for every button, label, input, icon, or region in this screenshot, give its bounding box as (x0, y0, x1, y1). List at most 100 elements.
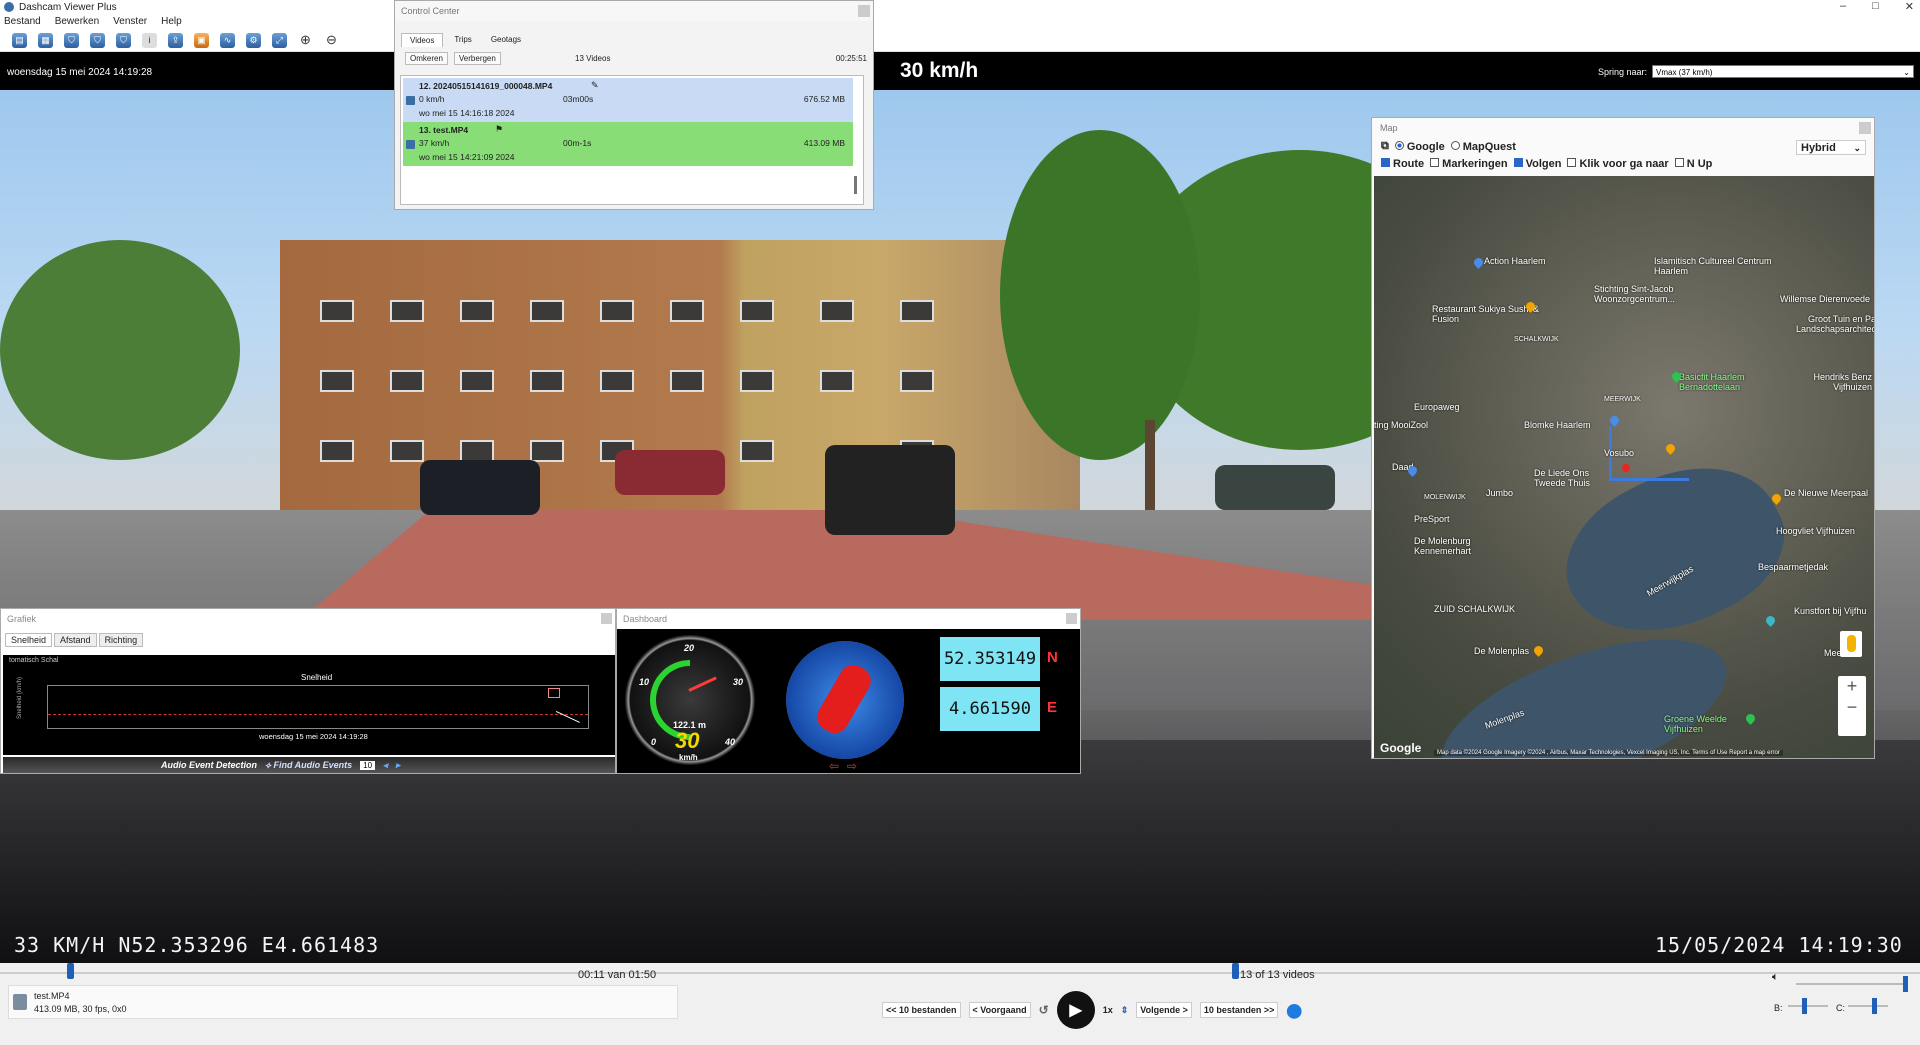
street-view-pegman-icon[interactable] (1840, 631, 1862, 657)
map-label: Vosubo (1604, 448, 1635, 458)
prev-10-files-button[interactable]: << 10 bestanden (882, 1002, 961, 1018)
replay-icon[interactable]: ↺ (1039, 1003, 1049, 1017)
checkbox (1430, 157, 1440, 167)
total-duration: 00:25:51 (835, 53, 867, 63)
video-size: 413.09 MB (803, 138, 845, 148)
satellite-map[interactable]: Action Haarlem Islamitisch Cultureel Cen… (1374, 176, 1874, 758)
map-label: Groene Weelde Vijfhuizen (1664, 714, 1727, 734)
next-button[interactable]: Volgende > (1136, 1002, 1192, 1018)
volume-handle[interactable] (1903, 976, 1908, 992)
playback-rate[interactable]: 1x (1103, 1005, 1113, 1015)
hide-button[interactable]: Verbergen (453, 51, 501, 65)
plot-x-date: woensdag 15 mei 2024 14:19:28 (259, 732, 368, 741)
volume-slider[interactable] (1796, 976, 1908, 992)
playback-controls: << 10 bestanden < Voorgaand ↺ ▶ 1x ⇕ Vol… (882, 991, 1302, 1029)
shield-icon[interactable]: ⛉ (64, 32, 79, 48)
map-pin-icon[interactable] (1744, 712, 1757, 725)
tab-speed[interactable]: Snelheid (5, 633, 53, 647)
play-button[interactable]: ▶ (1056, 991, 1095, 1029)
map-pin-icon[interactable] (1764, 614, 1777, 627)
map-options-row: Route Markeringen Volgen Klik voor ga na… (1372, 155, 1874, 172)
checkbox[interactable] (406, 96, 415, 105)
chevron-right-icon[interactable]: ▸ (396, 760, 401, 771)
maximize-icon[interactable]: □ (1872, 0, 1879, 13)
info-bar: woensdag 15 mei 2024 14:19:28 30 km/h Sp… (0, 52, 1920, 90)
menu-bestand[interactable]: Bestand (4, 16, 41, 27)
option-north-up[interactable]: N Up (1674, 157, 1712, 170)
map-type-select[interactable]: Hybrid ⌄ (1796, 140, 1866, 155)
open-folder-icon[interactable]: ▦ (38, 32, 53, 48)
timeline-track[interactable] (0, 972, 1920, 974)
location-pin-icon[interactable]: ⬤ (1286, 1002, 1302, 1019)
open-file-icon[interactable]: ▤ (12, 32, 27, 48)
map-attribution: Map data ©2024 Google Imagery ©2024 , Ai… (1434, 750, 1783, 756)
zoom-in-icon[interactable]: + (1838, 676, 1866, 697)
brightness-handle[interactable] (1802, 998, 1807, 1014)
tab-videos[interactable]: Videos (401, 33, 444, 47)
audio-wave-icon[interactable]: ∿ (220, 32, 235, 48)
menu-venster[interactable]: Venster (113, 16, 147, 27)
plot-title: Snelheid (301, 673, 333, 682)
close-icon[interactable] (601, 613, 612, 624)
close-icon[interactable] (858, 5, 870, 17)
jump-to-select[interactable]: Vmax (37 km/h) ⌄ (1652, 65, 1914, 78)
file-name: test.MP4 (34, 991, 70, 1001)
next-10-files-button[interactable]: 10 bestanden >> (1199, 1002, 1279, 1018)
menu-bewerken[interactable]: Bewerken (55, 16, 99, 27)
video-index-handle[interactable] (1232, 963, 1239, 979)
list-item[interactable]: 13. test.MP4 ⚑ 37 km/h 00m-1s 413.09 MB … (403, 122, 853, 166)
longitude-display: 4.661590 (940, 687, 1040, 731)
map-label: De Molenburg Kennemerhart (1414, 536, 1472, 556)
close-icon[interactable]: ✕ (1905, 0, 1914, 13)
tab-geotags[interactable]: Geotags (483, 33, 529, 47)
provider-google[interactable]: Google (1394, 140, 1445, 153)
map-pin-icon[interactable] (1472, 256, 1485, 269)
contrast-label: C: (1836, 1003, 1845, 1013)
map-pin-icon[interactable] (1532, 644, 1545, 657)
camera-icon[interactable]: ▣ (194, 32, 209, 48)
shield-lock-icon[interactable]: ⛉ (90, 32, 105, 48)
previous-button[interactable]: < Voorgaand (968, 1002, 1031, 1018)
speed-plot[interactable]: tomatisch Schal Snelheid Snelheid (km/h)… (3, 655, 615, 755)
find-audio-events-button[interactable]: ⟡ Find Audio Events (265, 760, 352, 771)
audio-threshold-input[interactable]: 10 (360, 760, 376, 770)
contrast-handle[interactable] (1872, 998, 1877, 1014)
close-icon[interactable] (1859, 122, 1871, 134)
info-icon[interactable]: i (142, 32, 157, 48)
tab-direction[interactable]: Richting (98, 633, 144, 647)
option-follow[interactable]: Volgen (1513, 157, 1561, 170)
rate-stepper-icon[interactable]: ⇕ (1121, 1005, 1129, 1016)
option-click-goto[interactable]: Klik voor ga naar (1567, 157, 1669, 170)
zoom-out-icon[interactable]: ⊖ (324, 32, 339, 48)
expand-icon[interactable]: ⤢ (272, 32, 287, 48)
scrollbar[interactable] (854, 176, 857, 194)
option-markers[interactable]: Markeringen (1430, 157, 1508, 170)
map-pin-icon[interactable] (1608, 414, 1621, 427)
volume-icon[interactable]: 🔈︎ (1772, 971, 1779, 984)
provider-mapquest[interactable]: MapQuest (1450, 140, 1516, 153)
close-icon[interactable] (1066, 613, 1077, 624)
edit-pencil-icon[interactable]: ✎ (591, 80, 599, 91)
playhead-handle[interactable] (67, 963, 74, 979)
external-link-icon[interactable]: ⧉ (1381, 140, 1389, 153)
minimize-icon[interactable]: – (1840, 0, 1846, 13)
zoom-out-icon[interactable]: − (1838, 697, 1866, 718)
tab-trips[interactable]: Trips (446, 33, 479, 47)
option-route[interactable]: Route (1381, 157, 1424, 170)
tab-distance[interactable]: Afstand (54, 633, 97, 647)
brightness-slider[interactable] (1788, 998, 1828, 1014)
control-center-actions: Omkeren Verbergen 13 Videos 00:25:51 (395, 49, 873, 67)
shield-alt-icon[interactable]: ⛉ (116, 32, 131, 48)
reverse-button[interactable]: Omkeren (405, 51, 448, 65)
export-icon[interactable]: ⇪ (168, 32, 183, 48)
contrast-slider[interactable] (1848, 998, 1888, 1014)
chevron-left-icon[interactable]: ◂ (383, 760, 388, 771)
settings-gear-icon[interactable]: ⚙ (246, 32, 261, 48)
list-item[interactable]: 12. 20240515141619_000048.MP4 ✎ 0 km/h 0… (403, 78, 853, 122)
zoom-in-icon[interactable]: ⊕ (298, 32, 313, 48)
checkbox[interactable] (406, 140, 415, 149)
video-name: 13. test.MP4 (419, 125, 469, 135)
menu-help[interactable]: Help (161, 16, 182, 27)
playback-bar: 00:11 van 01:50 13 of 13 videos test.MP4… (0, 963, 1920, 1045)
car-heading-icon (812, 659, 876, 739)
